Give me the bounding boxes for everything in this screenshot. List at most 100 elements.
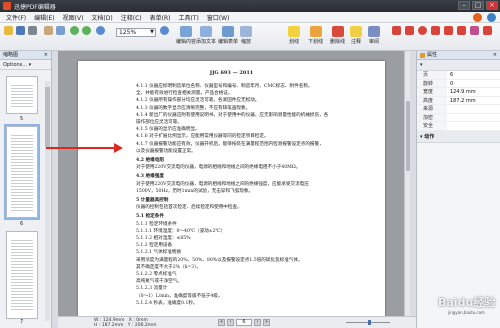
close-button[interactable]: ×: [486, 1, 498, 10]
last-page-button[interactable]: »: [263, 319, 270, 326]
property-row[interactable]: 安全: [417, 122, 500, 131]
property-row[interactable]: 页6: [417, 71, 500, 80]
folder-icon: [4, 26, 13, 35]
hand-tool-button[interactable]: [44, 26, 53, 35]
zoom-in-button[interactable]: [160, 26, 169, 35]
page-thumbnail-selected[interactable]: [4, 124, 40, 220]
comment-label: 注释: [350, 39, 361, 45]
zoom-tool-button[interactable]: 缩放: [240, 26, 252, 45]
underline-button[interactable]: 下划线: [308, 26, 323, 45]
ellipse-icon: [418, 26, 427, 35]
property-row[interactable]: 旋转 0: [417, 79, 500, 88]
thumbnail-options-button[interactable]: Options... ▾: [0, 60, 51, 70]
draw-ellipse-button[interactable]: [418, 26, 427, 35]
page-number-label: 7: [20, 319, 24, 325]
height-readout: H : 187.2mm: [94, 323, 124, 328]
next-page-button[interactable]: [82, 26, 91, 35]
page-number-field[interactable]: 6: [236, 319, 252, 326]
menu-edit[interactable]: 编辑(E): [30, 13, 58, 22]
menu-file[interactable]: 文件(F): [2, 13, 30, 22]
property-row[interactable]: 宽度 124.9 mm: [417, 88, 500, 97]
page-thumbnail[interactable]: [6, 231, 38, 319]
properties-panel-title: 属性: [427, 52, 438, 58]
thumbnail-scrollbar[interactable]: [45, 81, 50, 321]
draw-rect-button[interactable]: [405, 26, 414, 35]
highlight-icon: [288, 26, 300, 37]
cloud-icon: [457, 26, 466, 35]
app-logo-icon: [3, 2, 11, 10]
draw-arrow-button[interactable]: [444, 26, 453, 35]
zoom-level-field[interactable]: 125% ▼: [116, 28, 156, 37]
add-text-button[interactable]: 添加文本: [196, 26, 216, 45]
title-bar: 迅捷PDF编辑器 – □ ×: [0, 0, 500, 12]
user-icon[interactable]: [473, 13, 482, 22]
property-key: 旋转: [423, 80, 434, 87]
document-text-line: 4.1.5 仪器的显示应准确明显。: [136, 127, 200, 133]
page-thumbnail[interactable]: [6, 76, 38, 114]
menu-window[interactable]: 窗口(W): [203, 13, 234, 22]
save-button[interactable]: [16, 26, 25, 35]
edit-content-label: 编辑内容: [176, 39, 197, 45]
document-text-line: 仪器的控制包括首次检定、后续检定和使用中检查。: [136, 205, 242, 211]
zoom-slider-handle[interactable]: [368, 320, 371, 325]
prev-page-button[interactable]: ‹: [227, 319, 234, 326]
print-button[interactable]: [28, 26, 37, 35]
zoom-level-value: 125%: [119, 29, 137, 36]
draw-cloud-button[interactable]: [457, 26, 466, 35]
page-number-label: 5: [20, 116, 24, 122]
menu-tools[interactable]: 工具(T): [174, 13, 202, 22]
arrow-left-icon: [70, 26, 79, 35]
document-text-line: 4.1.4 新出厂的仪器应附有使用说明书，对于使用中的仪器，应无影响测量性能的机…: [136, 112, 329, 118]
menu-comment[interactable]: 注释(C): [117, 13, 146, 22]
property-row[interactable]: 加密: [417, 113, 500, 122]
draw-polygon-button[interactable]: [431, 26, 440, 35]
eraser-button[interactable]: [483, 26, 492, 35]
strikethrough-button[interactable]: 删除线: [330, 26, 345, 45]
document-text-line: 5.1.2.1 气体标准物质: [136, 250, 182, 256]
chevron-down-icon[interactable]: ▼: [150, 29, 154, 36]
minimize-button[interactable]: –: [458, 1, 470, 10]
property-row[interactable]: 高度 187.2 mm: [417, 96, 500, 105]
document-text-line: （0～1）L/min，准确度等级不低于4级。: [136, 293, 223, 299]
close-panel-icon[interactable]: ×: [493, 51, 497, 60]
properties-icon: [420, 53, 425, 58]
edit-content-button[interactable]: 编辑内容: [176, 26, 196, 45]
document-text-line: 5.1.2.3 流量计: [136, 286, 168, 292]
menu-view[interactable]: 视图(V): [59, 13, 88, 22]
property-key: 宽度: [423, 89, 434, 95]
edit-form-button[interactable]: 编辑表单: [218, 26, 238, 45]
properties-section-page[interactable]: ▾: [417, 60, 500, 71]
property-row[interactable]: 来源: [417, 105, 500, 114]
document-text-line: 4.1.2 仪器所有操作部分均应灵活可靠，各紧固件应无松动。: [136, 98, 260, 104]
stamp-icon: [470, 26, 479, 35]
scrollbar-thumb[interactable]: [45, 87, 50, 147]
comment-button[interactable]: 注释: [350, 26, 362, 45]
document-scrollbar[interactable]: [404, 51, 410, 316]
menu-document[interactable]: 文档(D): [87, 13, 116, 22]
draw-line-button[interactable]: [392, 26, 401, 35]
save-icon: [16, 26, 25, 35]
prev-page-button[interactable]: [70, 26, 79, 35]
document-viewport[interactable]: JJG 693 — 2011 4.1.1 仪器应标明制造单位名称、仪器型号和编号…: [58, 51, 404, 316]
stamp-button[interactable]: [470, 26, 479, 35]
scrollbar-thumb[interactable]: [406, 101, 410, 171]
window-controls: – □ ×: [458, 1, 498, 10]
menu-form[interactable]: 表单(R): [146, 13, 175, 22]
help-icon[interactable]: [487, 13, 496, 22]
close-panel-icon[interactable]: ×: [44, 51, 48, 60]
next-page-button[interactable]: ›: [254, 319, 261, 326]
properties-section-actions[interactable]: ▾ 动作: [417, 130, 500, 143]
maximize-button[interactable]: □: [472, 1, 484, 10]
open-button[interactable]: [4, 26, 13, 35]
select-tool-button[interactable]: [56, 26, 65, 35]
review-button[interactable]: 审阅: [368, 26, 380, 45]
strikeline-button[interactable]: 划线: [288, 26, 300, 45]
first-page-button[interactable]: «: [218, 319, 225, 326]
document-page[interactable]: JJG 693 — 2011 4.1.1 仪器应标明制造单位名称、仪器型号和编号…: [78, 61, 385, 316]
add-text-icon: [200, 26, 212, 37]
document-text-line: 4.3 绝缘强度: [136, 174, 164, 180]
edit-content-icon: [180, 26, 192, 37]
zoom-slider[interactable]: [338, 320, 398, 325]
properties-panel-header: 属性 ×: [417, 51, 500, 60]
zoom-out-button[interactable]: [96, 26, 105, 35]
